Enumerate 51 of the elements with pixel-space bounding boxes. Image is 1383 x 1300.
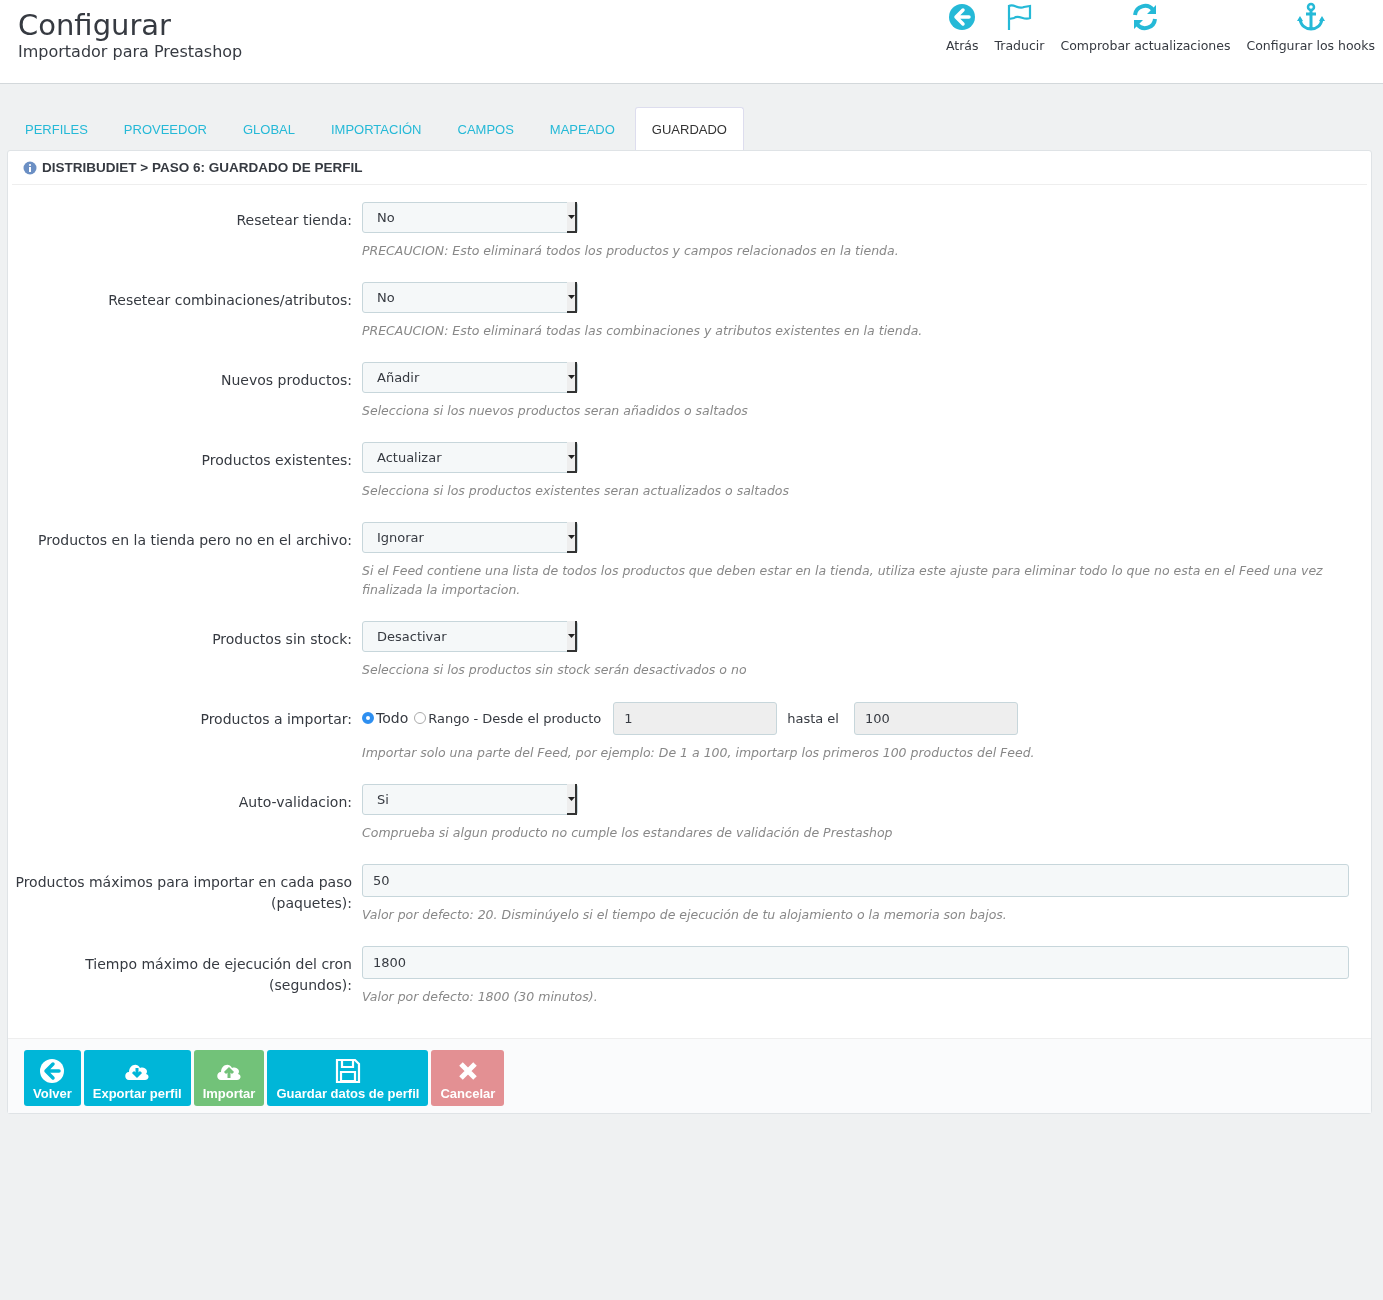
caret-icon [567, 796, 575, 801]
select-dropdown[interactable]: No [362, 202, 578, 233]
help-text: PRECAUCION: Esto eliminará todos los productos y campos relacionados en la tienda. [362, 242, 900, 260]
caret-icon [567, 454, 575, 459]
caret-icon [567, 214, 575, 219]
caret-icon [567, 374, 575, 379]
help-text: Comprueba si algun producto no cumple los estandares de validación de Prestashop [362, 824, 894, 842]
input-field[interactable]: 1800 [362, 946, 1349, 979]
toolbar-link[interactable]: Comprobar actualizaciones [1060, 2, 1231, 53]
help-text: Valor por defecto: 20. Disminúyelo si el tiempo de ejecución de tu alojamiento o la memoria son bajos. [362, 906, 1008, 924]
help-text: Importar solo una parte del Feed, por ejemplo: De 1 a 100, importarp los primeros 100 productos del Feed. [362, 744, 1036, 762]
toolbar-link[interactable]: Atrás [945, 2, 979, 53]
field-label: Productos a importar: [199, 710, 352, 729]
radio-option[interactable]: Rango - Desde el producto [414, 710, 602, 726]
range-label: hasta el [787, 710, 839, 726]
field-label: Resetear tienda: [235, 211, 352, 230]
select-dropdown[interactable]: Ignorar [362, 522, 578, 553]
radio-option[interactable]: Todo [362, 710, 409, 726]
panel-heading: DISTRIBUDIET > PASO 6: GUARDADO DE PERFIL [42, 160, 363, 175]
field-label: Nuevos productos: [220, 371, 352, 390]
info-icon [23, 160, 37, 175]
help-text: Si el Feed contiene una lista de todos los productos que deben estar en la tienda, utiliza este ajuste para eliminar todo lo que no esta en el Feed una vez finalizada la importacion. [362, 562, 1324, 599]
field-label: Productos en la tienda pero no en el archivo: [37, 531, 352, 550]
caret-icon [567, 294, 575, 299]
field-label: Auto-validacion: [237, 793, 352, 812]
help-text: Valor por defecto: 1800 (30 minutos). [362, 988, 599, 1006]
select-dropdown[interactable]: Si [362, 784, 578, 815]
toolbar-link[interactable]: Configurar los hooks [1246, 2, 1375, 53]
help-text: Selecciona si los productos existentes seran actualizados o saltados [362, 482, 790, 500]
input-field[interactable]: 50 [362, 864, 1349, 897]
input-field[interactable]: 100 [854, 701, 1018, 735]
tab[interactable]: GUARDADO [634, 107, 744, 150]
select-dropdown[interactable]: Actualizar [362, 442, 578, 473]
field-label: Tiempo máximo de ejecución del cron (segundos): [84, 955, 352, 995]
page-subtitle: Importador para Prestashop [18, 42, 243, 61]
toolbar-link[interactable]: Traducir [994, 2, 1045, 53]
select-dropdown[interactable]: No [362, 282, 578, 313]
caret-icon [567, 633, 575, 638]
help-text: PRECAUCION: Esto eliminará todas las combinaciones y atributos existentes en la tienda. [362, 322, 924, 340]
field-label: Productos máximos para importar en cada paso (paquetes): [14, 873, 352, 913]
select-dropdown[interactable]: Desactivar [362, 621, 578, 652]
help-text: Selecciona si los productos sin stock serán desactivados o no [362, 661, 748, 679]
help-text: Selecciona si los nuevos productos seran añadidos o saltados [362, 402, 749, 420]
page-title: Configurar [18, 8, 173, 42]
select-dropdown[interactable]: Añadir [362, 362, 578, 393]
field-label: Resetear combinaciones/atributos: [107, 291, 352, 310]
field-label: Productos sin stock: [211, 630, 352, 649]
anchor-icon [1295, 2, 1326, 32]
caret-icon [567, 534, 575, 539]
input-field[interactable]: 1 [613, 701, 778, 735]
field-label: Productos existentes: [200, 451, 352, 470]
